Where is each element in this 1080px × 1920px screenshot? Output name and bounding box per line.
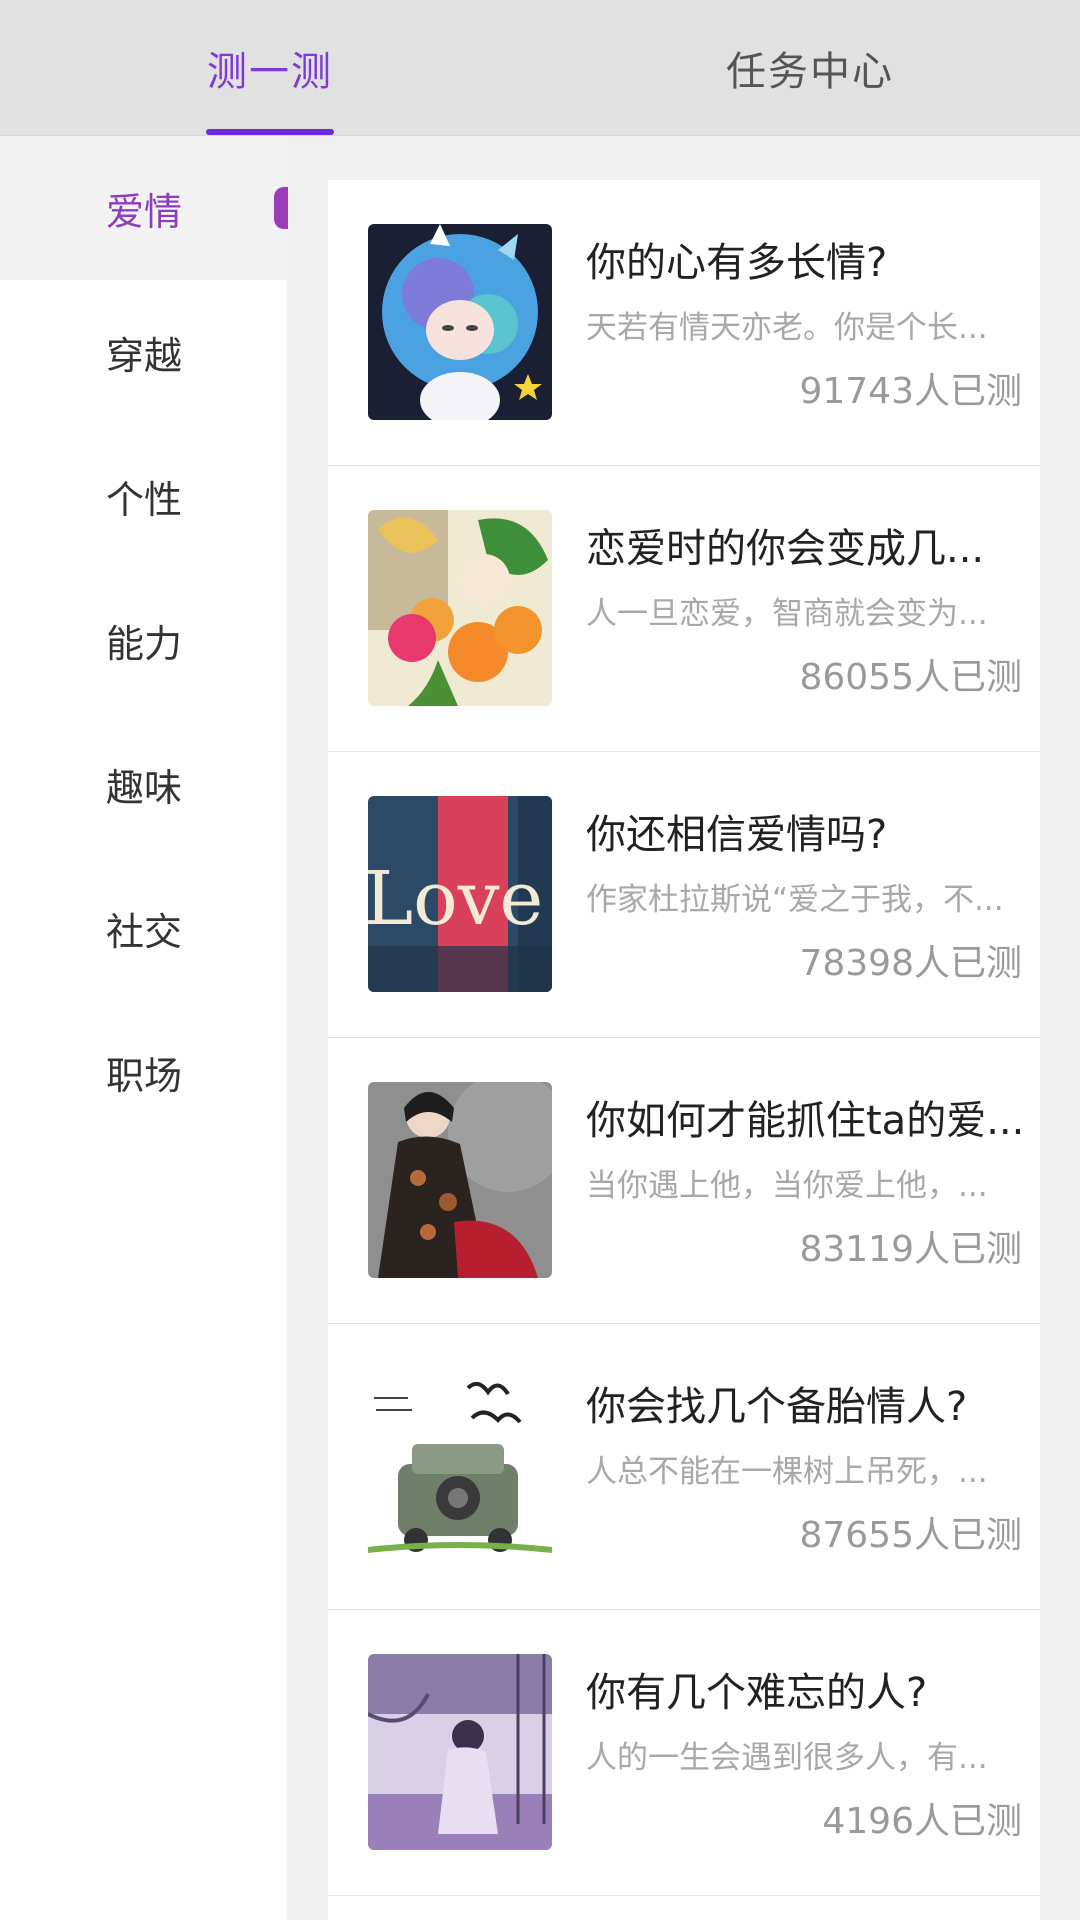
sidebar-item-ability[interactable]: 能力 (0, 568, 287, 712)
tab-task-center[interactable]: 任务中心 (700, 0, 920, 136)
test-count: 87655人已测 (799, 1515, 1022, 1556)
next-test-card-partial[interactable] (328, 1896, 1040, 1920)
test-description: 人的一生会遇到很多人，有... (586, 1740, 988, 1776)
sidebar-item-workplace[interactable]: 职场 (0, 1000, 287, 1144)
love-sign-icon: Love (368, 796, 552, 992)
test-title: 你有几个难忘的人? (586, 1670, 928, 1716)
sidebar-item-social[interactable]: 社交 (0, 856, 287, 1000)
test-count: 78398人已测 (799, 943, 1022, 984)
test-count: 86055人已测 (799, 657, 1022, 698)
category-sidebar: 爱情 穿越 个性 能力 趣味 社交 职场 (0, 136, 288, 1920)
test-description: 天若有情天亦老。你是个长... (586, 310, 988, 346)
test-title: 你如何才能抓住ta的爱... (586, 1098, 1025, 1144)
tab-ceyice[interactable]: 测一测 (160, 0, 380, 136)
test-card[interactable]: 你有几个难忘的人? 人的一生会遇到很多人，有... 4196人已测 (328, 1610, 1040, 1896)
test-title: 你还相信爱情吗? (586, 812, 888, 858)
test-card[interactable]: 你如何才能抓住ta的爱... 当你遇上他，当你爱上他，... 83119人已测 (328, 1038, 1040, 1324)
sidebar-item-personality[interactable]: 个性 (0, 424, 287, 568)
jeep-sketch-icon (368, 1368, 552, 1564)
sidebar-item-time-travel[interactable]: 穿越 (0, 280, 287, 424)
cartoon-girl-icon (368, 224, 552, 420)
swing-girl-icon (368, 1654, 552, 1850)
top-tab-bar: 测一测 任务中心 (0, 0, 1080, 136)
test-title: 你的心有多长情? (586, 240, 888, 286)
active-tab-indicator (206, 129, 334, 135)
test-title: 恋爱时的你会变成几... (586, 526, 985, 572)
test-title: 你会找几个备胎情人? (586, 1384, 968, 1430)
test-description: 人一旦恋爱，智商就会变为... (586, 596, 988, 632)
sidebar-item-fun[interactable]: 趣味 (0, 712, 287, 856)
test-card[interactable]: 你的心有多长情? 天若有情天亦老。你是个长... 91743人已测 (328, 180, 1040, 466)
svg-text:Love: Love (368, 856, 543, 942)
test-count: 83119人已测 (799, 1229, 1022, 1270)
test-count: 91743人已测 (799, 371, 1022, 412)
active-category-marker (274, 187, 288, 229)
test-count: 4196人已测 (822, 1801, 1022, 1842)
test-card[interactable]: 恋爱时的你会变成几... 人一旦恋爱，智商就会变为... 86055人已测 (328, 466, 1040, 752)
test-description: 作家杜拉斯说“爱之于我，不... (586, 882, 1004, 918)
test-description: 当你遇上他，当你爱上他，... (586, 1168, 988, 1204)
test-card[interactable]: Love 你还相信爱情吗? 作家杜拉斯说“爱之于我，不... 78398人已测 (328, 752, 1040, 1038)
test-list: 你的心有多长情? 天若有情天亦老。你是个长... 91743人已测 恋爱时的你会… (328, 180, 1040, 1920)
test-description: 人总不能在一棵树上吊死，... (586, 1454, 988, 1490)
woman-portrait-icon (368, 1082, 552, 1278)
flowers-icon (368, 510, 552, 706)
test-card[interactable]: 你会找几个备胎情人? 人总不能在一棵树上吊死，... 87655人已测 (328, 1324, 1040, 1610)
sidebar-item-love[interactable]: 爱情 (0, 136, 287, 280)
